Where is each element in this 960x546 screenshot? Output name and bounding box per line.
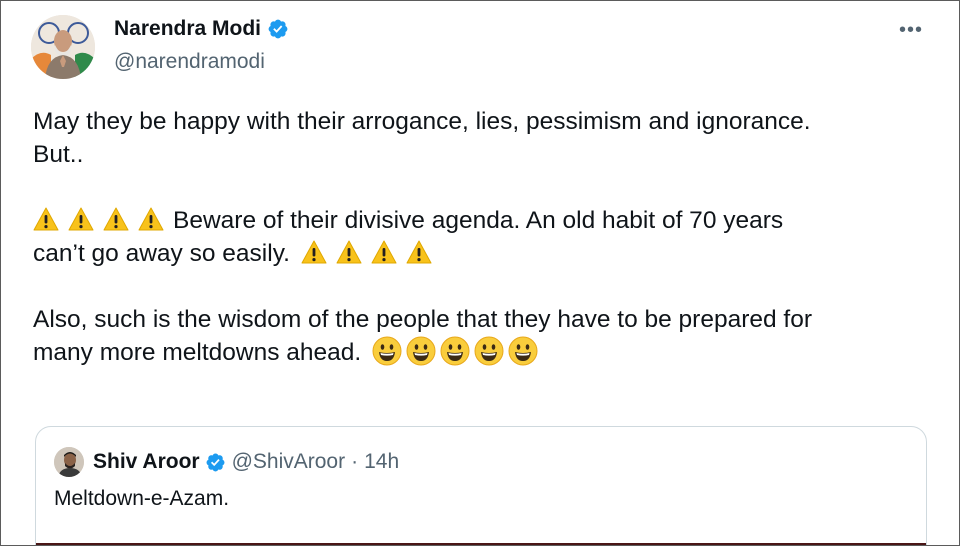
tweet-paragraph-smiles: many more meltdowns ahead.: [33, 336, 933, 369]
tweet-line: May they be happy with their arrogance, …: [33, 108, 811, 135]
tweet-text: May they be happy with their arrogance, …: [33, 105, 933, 369]
grinning-face-icon: [440, 336, 470, 366]
quoted-tweet[interactable]: Shiv Aroor @ShivAroor · 14h Meltdown-e-A…: [35, 426, 927, 545]
warning-icon: [68, 207, 94, 231]
author-name-row: Narendra Modi: [114, 17, 289, 41]
verified-badge-icon: [206, 453, 225, 471]
more-options-button[interactable]: •••: [899, 20, 923, 40]
warning-icon: [103, 207, 129, 231]
tweet-line: many more meltdowns ahead.: [33, 339, 362, 366]
tweet-line: Beware of their divisive agenda. An old …: [173, 207, 784, 234]
warning-icon: [138, 207, 164, 231]
tweet-line: Also, such is the wisdom of the people t…: [33, 306, 813, 333]
quoted-author-handle[interactable]: @ShivAroor: [232, 450, 346, 474]
quoted-timestamp[interactable]: 14h: [364, 450, 399, 474]
quoted-author-avatar[interactable]: [54, 447, 84, 477]
profile-photo-icon: [31, 15, 95, 79]
quoted-tweet-text: Meltdown-e-Azam.: [54, 487, 230, 510]
grinning-face-icon: [508, 336, 538, 366]
tweet-paragraph-warning: Beware of their divisive agenda. An old …: [33, 204, 933, 270]
tweet-line: But..: [33, 141, 84, 168]
author-name[interactable]: Narendra Modi: [114, 17, 261, 41]
tweet-line: can’t go away so easily.: [33, 240, 290, 267]
warning-icon: [371, 240, 397, 264]
separator-dot: ·: [351, 450, 359, 473]
quoted-author-name[interactable]: Shiv Aroor: [93, 450, 200, 474]
verified-badge-icon: [268, 19, 288, 39]
tweet-card: Narendra Modi @narendramodi ••• May they…: [0, 0, 960, 546]
warning-icon: [301, 240, 327, 264]
quoted-tweet-header: Shiv Aroor @ShivAroor · 14h: [54, 447, 399, 477]
grinning-face-icon: [474, 336, 504, 366]
warning-icon: [406, 240, 432, 264]
grinning-face-icon: [406, 336, 436, 366]
author-avatar[interactable]: [31, 15, 95, 79]
author-handle[interactable]: @narendramodi: [114, 50, 265, 74]
warning-icon: [336, 240, 362, 264]
profile-photo-icon: [54, 447, 84, 477]
warning-icon: [33, 207, 59, 231]
grinning-face-icon: [372, 336, 402, 366]
